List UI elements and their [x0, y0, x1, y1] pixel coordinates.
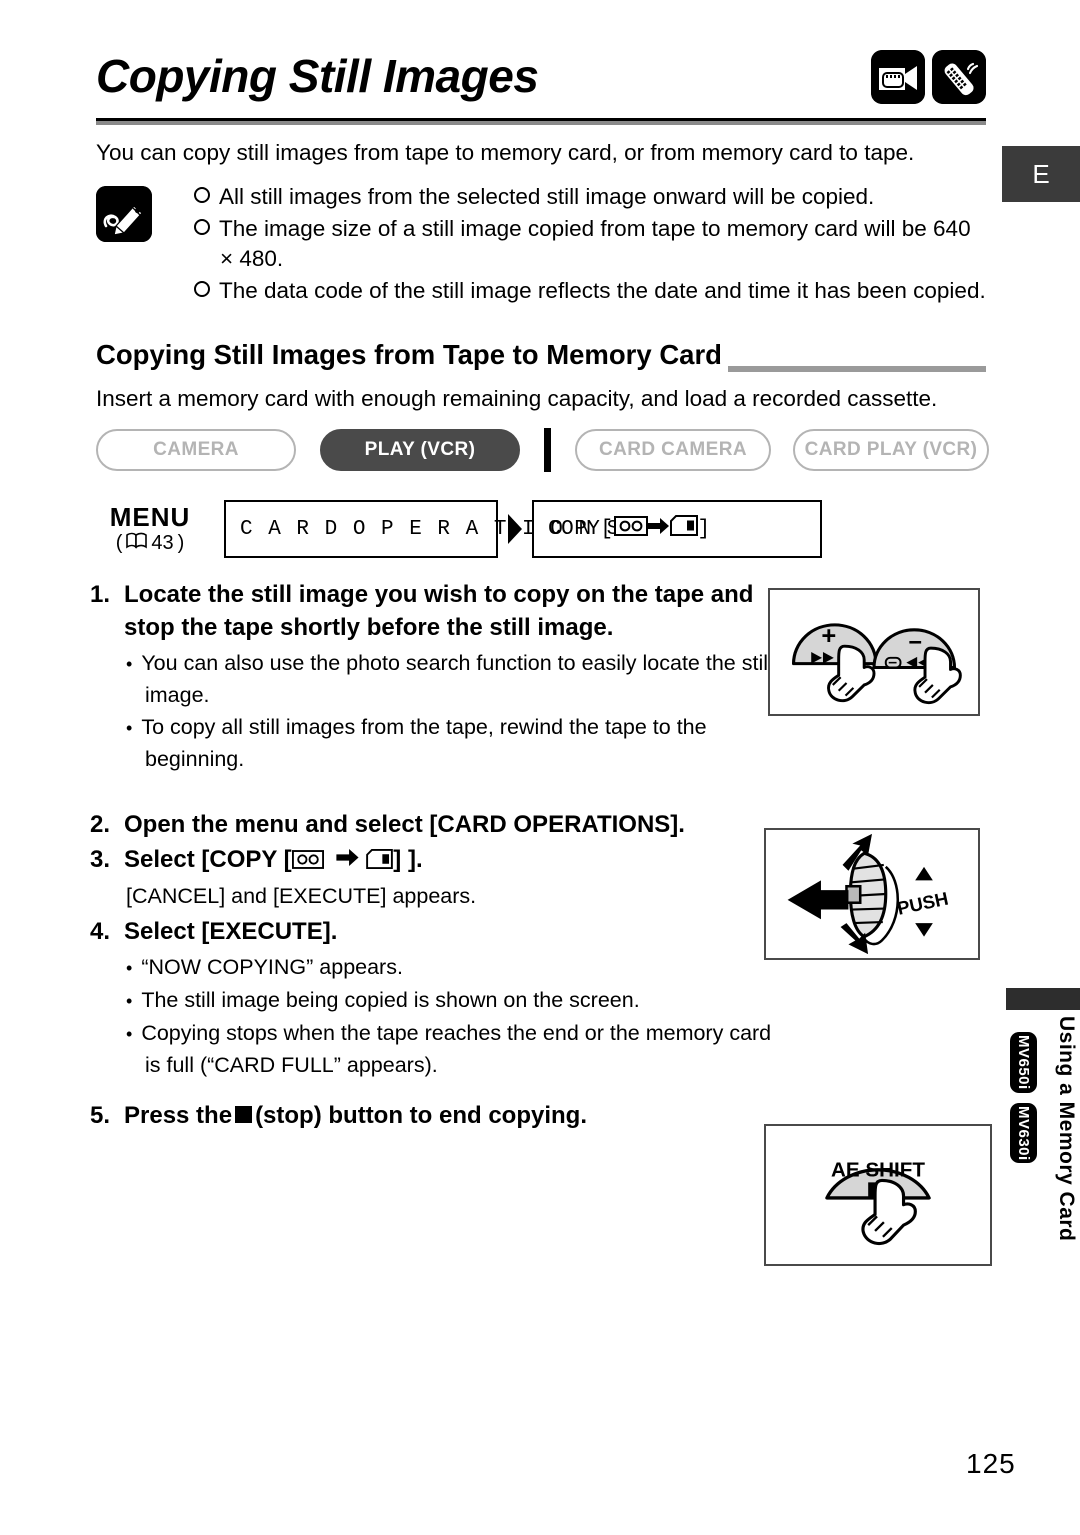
step-1-bullets: You can also use the photo search functi…: [126, 648, 790, 775]
stop-square-icon: [235, 1106, 253, 1123]
step-3-text-suffix: ] ].: [393, 846, 423, 873]
step-3-note: [CANCEL] and [EXECUTE] appears.: [126, 884, 477, 908]
step-3-text-prefix: Select [COPY [: [124, 846, 292, 873]
note-item: All still images from the selected still…: [194, 182, 986, 213]
mode-button-row: CAMERA PLAY (VCR) CARD CAMERA CARD PLAY …: [96, 428, 989, 472]
book-icon: [126, 531, 148, 556]
step-1-number: 1.: [90, 581, 111, 608]
step-1-bullet: To copy all still images from the tape, …: [126, 712, 790, 775]
menu-label: MENU ( 43): [90, 503, 210, 556]
mode-button-play-vcr[interactable]: PLAY (VCR): [320, 429, 520, 471]
step-1: 1. Locate the still image you wish to co…: [90, 578, 790, 644]
menu-copy-suffix: ]: [697, 517, 711, 541]
section-intro-text: Insert a memory card with enough remaini…: [96, 386, 938, 411]
mode-button-card-play-vcr[interactable]: CARD PLAY (VCR): [793, 429, 989, 471]
step-4-number: 4.: [90, 918, 111, 945]
svg-text:PUSH: PUSH: [895, 888, 950, 919]
section-heading: Copying Still Images from Tape to Memory…: [96, 338, 728, 372]
note-item-text: The image size of a still image copied f…: [219, 215, 971, 272]
step-5-number: 5.: [90, 1102, 111, 1129]
step-3: 3. Select [COPY [ ] ].: [90, 843, 790, 878]
step-1-text: Locate the still image you wish to copy …: [124, 581, 754, 641]
right-arrow-icon: [324, 846, 367, 873]
mode-divider: [544, 428, 551, 472]
notes-block: All still images from the selected still…: [96, 182, 986, 307]
menu-copy-prefix: COPY[: [548, 517, 614, 541]
menu-page-reference: ( 43): [90, 531, 210, 556]
reference-close-paren: ): [177, 531, 185, 554]
note-item-text: All still images from the selected still…: [219, 184, 875, 209]
menu-box-card-operations[interactable]: C A R D O P E R A T I O N S: [224, 500, 619, 558]
chevron-right-icon: [504, 512, 526, 546]
side-chapter-tab: Using a Memory Card MV650i MV630i: [1004, 1016, 1080, 1266]
notes-list: All still images from the selected still…: [194, 182, 986, 306]
menu-box-copy[interactable]: COPY[ ]: [532, 500, 822, 558]
step-5-text: Press the (stop) button to end copying.: [124, 1099, 587, 1132]
step-3-text: Select [COPY [ ] ].: [124, 843, 423, 878]
page-header: Copying Still Images: [96, 48, 986, 128]
step-2-text: Open the menu and select [CARD OPERATION…: [124, 811, 685, 838]
step-5-text-suffix: (stop) button to end copying.: [255, 1102, 587, 1129]
step-4: 4. Select [EXECUTE].: [90, 915, 790, 948]
step-4-text: Select [EXECUTE].: [124, 918, 338, 945]
svg-text:AE SHIFT: AE SHIFT: [831, 1159, 925, 1182]
step-4-bullet: The still image being copied is shown on…: [126, 985, 790, 1017]
language-tab: E: [1002, 146, 1080, 202]
intro-text: You can copy still images from tape to m…: [96, 140, 915, 165]
reference-page-number: 43: [151, 531, 174, 554]
step-3-number: 3.: [90, 846, 111, 873]
ae-shift-stop-button-illustration: AE SHIFT: [764, 1124, 992, 1266]
page-title: Copying Still Images: [96, 50, 539, 102]
ff-rew-buttons-illustration: + −: [768, 588, 980, 716]
side-chapter-title: Using a Memory Card: [1055, 1016, 1078, 1242]
section-heading-wrap: Copying Still Images from Tape to Memory…: [96, 338, 986, 372]
note-item: The image size of a still image copied f…: [194, 214, 986, 275]
note-item: The data code of the still image reflect…: [194, 276, 986, 307]
title-rule: [96, 118, 986, 125]
step-2-number: 2.: [90, 811, 111, 838]
reference-open-paren: (: [115, 531, 123, 554]
camcorder-icon: [871, 50, 925, 104]
model-badge-group: MV650i MV630i: [1010, 1032, 1037, 1164]
remote-control-icon: [932, 50, 986, 104]
step-4-bullet: Copying stops when the tape reaches the …: [126, 1018, 790, 1081]
circle-bullet-icon: [194, 187, 210, 203]
memory-card-icon: [366, 845, 394, 878]
step-5: 5. Press the (stop) button to end copying…: [90, 1099, 790, 1132]
steps-list: 1. Locate the still image you wish to co…: [90, 578, 790, 1134]
header-icon-group: [871, 50, 986, 104]
cassette-tape-icon: [613, 515, 648, 543]
manual-page: Copying Still Images You can copy still …: [0, 0, 1080, 1535]
right-arrow-icon: [647, 517, 670, 542]
menu-path-row: MENU ( 43) C A R D O P E R A T I O N S C…: [90, 500, 822, 558]
memo-pencil-icon: [96, 186, 152, 242]
svg-text:−: −: [908, 629, 922, 655]
circle-bullet-icon: [194, 218, 210, 235]
selector-dial-illustration: PUSH: [764, 828, 980, 960]
step-5-text-prefix: Press the: [124, 1102, 233, 1129]
model-badge-mv630i: MV630i: [1010, 1102, 1037, 1164]
memory-card-icon: [669, 515, 698, 543]
step-2: 2. Open the menu and select [CARD OPERAT…: [90, 808, 790, 841]
cassette-tape-icon: [291, 845, 324, 878]
menu-word: MENU: [109, 501, 191, 532]
side-tab-bar: [1006, 988, 1080, 1010]
note-item-text: The data code of the still image reflect…: [219, 277, 986, 303]
model-badge-mv650i: MV650i: [1010, 1032, 1037, 1093]
page-number: 125: [966, 1448, 1016, 1479]
svg-text:+: +: [821, 622, 836, 650]
mode-button-card-camera[interactable]: CARD CAMERA: [575, 429, 771, 471]
mode-button-camera[interactable]: CAMERA: [96, 429, 296, 471]
circle-bullet-icon: [194, 280, 210, 297]
step-4-bullets: “NOW COPYING” appears. The still image b…: [126, 952, 790, 1081]
step-4-bullet: “NOW COPYING” appears.: [126, 952, 790, 984]
step-1-bullet: You can also use the photo search functi…: [126, 648, 790, 711]
